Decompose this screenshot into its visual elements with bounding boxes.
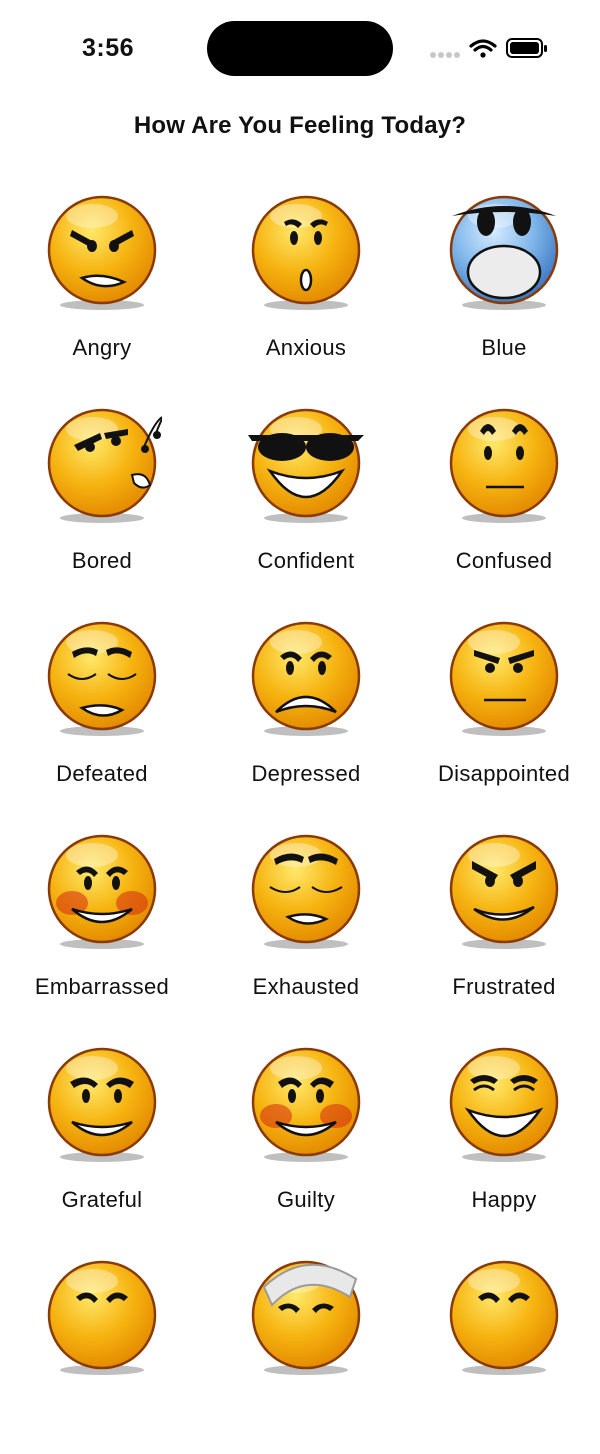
mood-label: Embarrassed bbox=[34, 974, 170, 999]
mood-label: Blue bbox=[481, 335, 527, 360]
battery-icon bbox=[506, 38, 547, 58]
mood-tile[interactable]: Disappointed bbox=[408, 602, 600, 815]
mood-label: Exhausted bbox=[252, 974, 360, 999]
defeated-face-icon bbox=[42, 618, 162, 738]
mood-tile[interactable]: Anxious bbox=[204, 176, 408, 389]
disappointed-face-icon bbox=[444, 618, 564, 738]
mood-tile[interactable]: Defeated bbox=[0, 602, 204, 815]
mood-tile[interactable]: Depressed bbox=[204, 602, 408, 815]
mood-label: Confident bbox=[257, 548, 355, 573]
mood-label: Depressed bbox=[251, 761, 361, 786]
wifi-icon bbox=[469, 39, 497, 58]
happy-face-icon bbox=[444, 1044, 564, 1164]
mood-tile[interactable] bbox=[0, 1241, 204, 1454]
bandaged-face-icon bbox=[246, 1257, 366, 1377]
mood-tile[interactable]: Guilty bbox=[204, 1028, 408, 1241]
mood-label: Guilty bbox=[276, 1187, 336, 1212]
mood-tile[interactable] bbox=[408, 1241, 600, 1454]
mood-face-icon bbox=[42, 1257, 162, 1377]
mood-label: Defeated bbox=[56, 761, 148, 786]
mood-label: Frustrated bbox=[452, 974, 556, 999]
status-icons bbox=[428, 36, 550, 62]
mood-tile[interactable]: Bored bbox=[0, 389, 204, 602]
depressed-face-icon bbox=[246, 618, 366, 738]
mood-label: Bored bbox=[71, 548, 133, 573]
mood-tile[interactable]: Blue bbox=[408, 176, 600, 389]
page-title: How Are You Feeling Today? bbox=[133, 112, 467, 139]
mood-tile[interactable]: Confused bbox=[408, 389, 600, 602]
mood-tile[interactable]: Embarrassed bbox=[0, 815, 204, 1028]
mood-tile[interactable]: Exhausted bbox=[204, 815, 408, 1028]
confused-face-icon bbox=[444, 405, 564, 525]
mood-label: Happy bbox=[471, 1187, 537, 1212]
mood-label: Anxious bbox=[265, 335, 347, 360]
mood-tile[interactable]: Grateful bbox=[0, 1028, 204, 1241]
signal-dots-icon bbox=[430, 52, 460, 58]
mood-grid: Angry Anxious Blue Bored Confident Confu… bbox=[0, 176, 600, 1454]
mood-label: Angry bbox=[72, 335, 132, 360]
mood-tile[interactable]: Happy bbox=[408, 1028, 600, 1241]
anxious-face-icon bbox=[246, 192, 366, 312]
frustrated-face-icon bbox=[444, 831, 564, 951]
mood-tile[interactable]: Confident bbox=[204, 389, 408, 602]
mood-label: Grateful bbox=[61, 1187, 143, 1212]
dynamic-island bbox=[207, 21, 393, 76]
mood-label: Confused bbox=[455, 548, 553, 573]
mood-label: Disappointed bbox=[437, 761, 571, 786]
angry-face-icon bbox=[42, 192, 162, 312]
mood-tile[interactable]: Angry bbox=[0, 176, 204, 389]
status-time: 3:56 bbox=[82, 34, 135, 62]
mood-tile[interactable]: Frustrated bbox=[408, 815, 600, 1028]
guilty-face-icon bbox=[246, 1044, 366, 1164]
mood-tile[interactable] bbox=[204, 1241, 408, 1454]
grateful-face-icon bbox=[42, 1044, 162, 1164]
embarrassed-face-icon bbox=[42, 831, 162, 951]
exhausted-face-icon bbox=[246, 831, 366, 951]
status-bar: 3:56 bbox=[0, 0, 600, 96]
mood-face-icon bbox=[444, 1257, 564, 1377]
confident-face-icon bbox=[246, 405, 366, 525]
blue-face-icon bbox=[444, 192, 564, 312]
bored-face-icon bbox=[42, 405, 162, 525]
